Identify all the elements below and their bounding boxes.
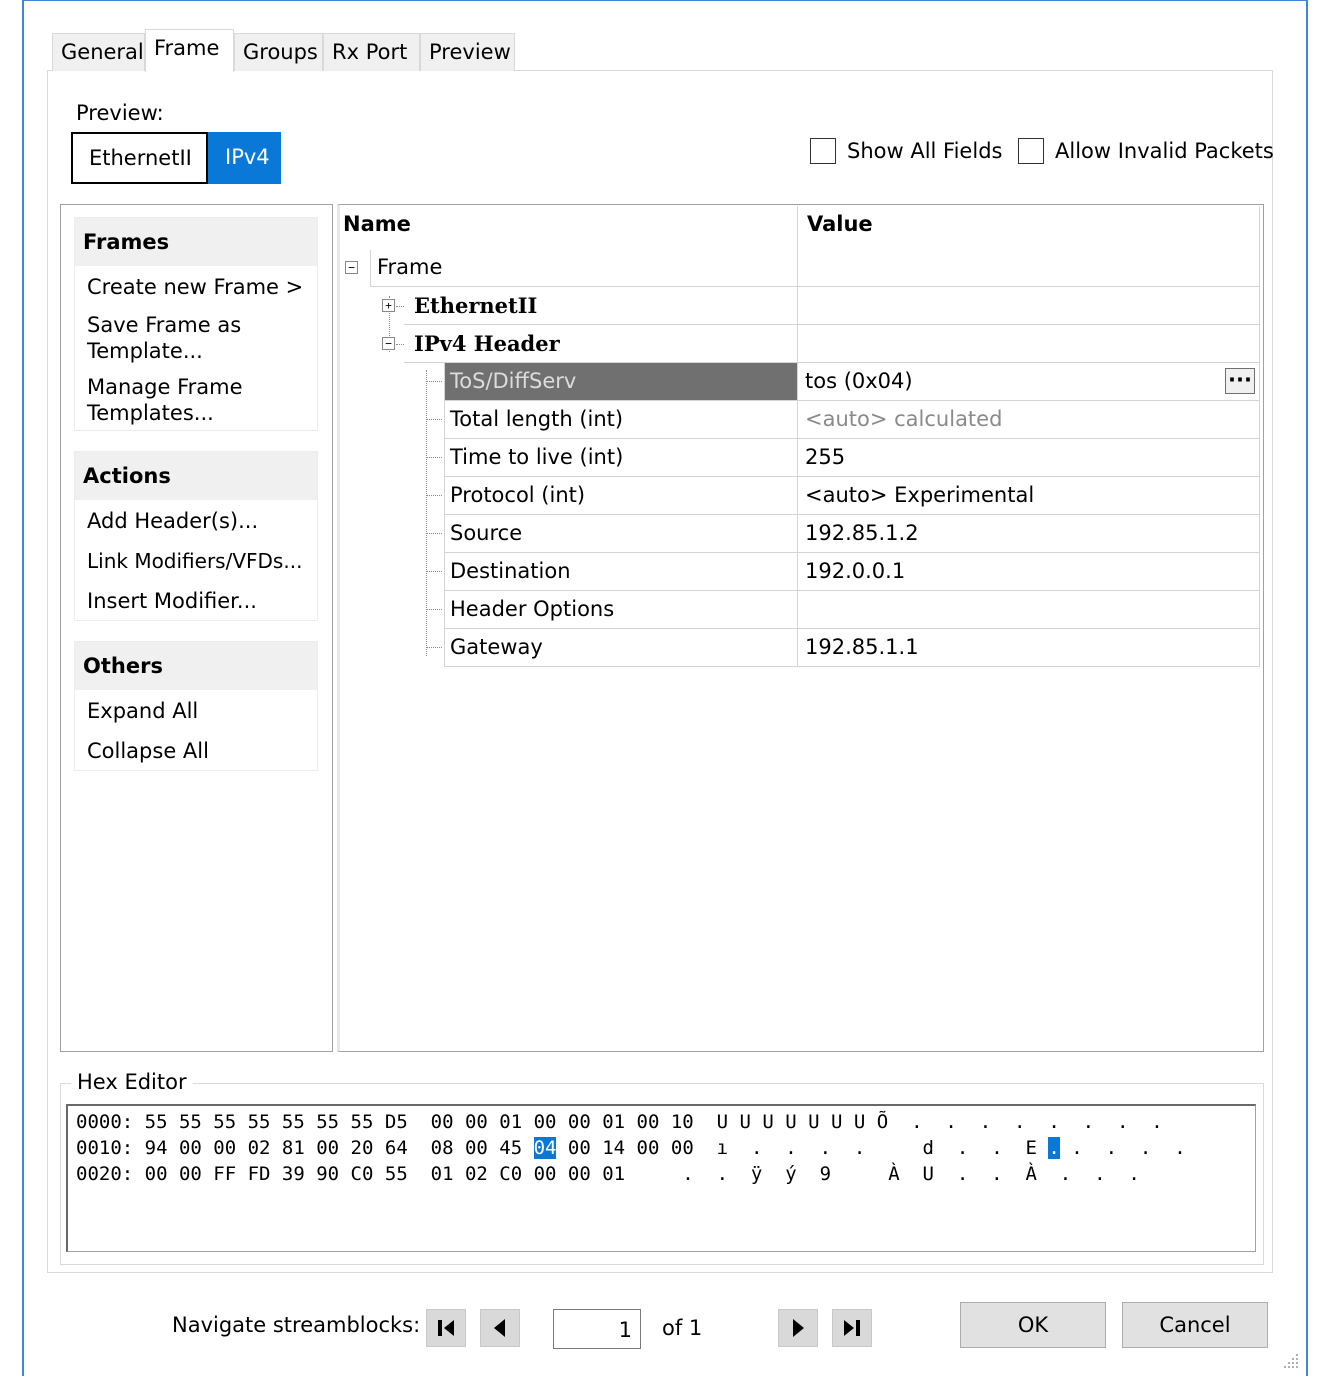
- navigate-streamblocks-label: Navigate streamblocks:: [172, 1313, 421, 1337]
- hex-editor-title: Hex Editor: [71, 1070, 193, 1094]
- field-name-tos[interactable]: ToS/DiffServ: [450, 369, 576, 393]
- hex-line-0010[interactable]: 0010: 94 00 00 02 81 00 20 64 08 00 45 0…: [76, 1137, 1186, 1159]
- row-divider: [444, 362, 445, 666]
- allow-invalid-packets-checkbox[interactable]: [1018, 138, 1044, 164]
- preview-label: Preview:: [76, 101, 164, 125]
- last-streamblock-button[interactable]: [832, 1309, 872, 1347]
- selected-hex-byte[interactable]: 04: [533, 1137, 557, 1159]
- tree-connector: [427, 571, 442, 572]
- manage-frame-templates-link[interactable]: Manage Frame Templates...: [87, 374, 267, 426]
- window-right-border: [1306, 0, 1308, 1376]
- expand-all-link[interactable]: Expand All: [87, 698, 198, 724]
- tree-connector: [396, 344, 404, 345]
- others-group: Others Expand All Collapse All: [74, 641, 318, 771]
- actions-group-title: Actions: [75, 452, 317, 500]
- row-divider: [444, 476, 1260, 477]
- last-icon: [844, 1320, 860, 1336]
- next-streamblock-button[interactable]: [778, 1309, 818, 1347]
- field-value-gateway[interactable]: 192.85.1.1: [805, 635, 919, 659]
- field-name-protocol[interactable]: Protocol (int): [450, 483, 585, 507]
- frames-group: Frames Create new Frame > Save Frame as …: [74, 217, 318, 431]
- tree-connector: [426, 370, 427, 656]
- tree-connector: [427, 609, 442, 610]
- ok-button[interactable]: OK: [960, 1302, 1106, 1348]
- window-top-border: [22, 0, 1308, 1]
- previous-icon: [494, 1319, 505, 1337]
- tab-preview[interactable]: Preview: [420, 33, 515, 71]
- tab-frame[interactable]: Frame: [145, 29, 234, 72]
- field-value-destination[interactable]: 192.0.0.1: [805, 559, 905, 583]
- previous-streamblock-button[interactable]: [480, 1309, 520, 1347]
- collapse-ipv4-icon[interactable]: −: [382, 337, 395, 350]
- ipv4-header-node[interactable]: IPv4 Header: [414, 331, 560, 356]
- show-all-fields-checkbox[interactable]: [810, 138, 836, 164]
- add-headers-link[interactable]: Add Header(s)...: [87, 508, 258, 534]
- row-divider: [444, 628, 1260, 629]
- row-divider: [1259, 206, 1260, 666]
- streamblock-page-input[interactable]: 1: [553, 1309, 641, 1349]
- insert-modifier-link[interactable]: Insert Modifier...: [87, 588, 257, 614]
- allow-invalid-packets-label: Allow Invalid Packets: [1055, 139, 1274, 163]
- field-name-total-length[interactable]: Total length (int): [450, 407, 623, 431]
- frame-node[interactable]: Frame: [377, 255, 442, 279]
- tree-connector: [427, 419, 442, 420]
- row-divider: [444, 666, 1260, 667]
- field-name-destination[interactable]: Destination: [450, 559, 571, 583]
- tree-connector: [427, 533, 442, 534]
- others-group-title: Others: [75, 642, 317, 690]
- row-divider: [404, 324, 1260, 325]
- row-divider: [444, 590, 1260, 591]
- field-name-ttl[interactable]: Time to live (int): [450, 445, 623, 469]
- tree-connector: [427, 647, 442, 648]
- row-divider: [370, 286, 1260, 287]
- next-icon: [793, 1319, 804, 1337]
- field-name-header-options[interactable]: Header Options: [450, 597, 614, 621]
- resize-grip-icon[interactable]: [1282, 1352, 1302, 1372]
- first-icon: [438, 1320, 454, 1336]
- preview-ipv4-button[interactable]: IPv4: [208, 132, 281, 184]
- hex-line-0020[interactable]: 0020: 00 00 FF FD 39 90 C0 55 01 02 C0 0…: [76, 1163, 1140, 1185]
- create-new-frame-link[interactable]: Create new Frame >: [87, 274, 303, 300]
- page-of-label: of 1: [662, 1316, 703, 1340]
- field-value-total-length[interactable]: <auto> calculated: [805, 407, 1002, 431]
- field-name-source[interactable]: Source: [450, 521, 522, 545]
- field-value-tos[interactable]: tos (0x04): [805, 369, 913, 393]
- cancel-button[interactable]: Cancel: [1122, 1302, 1268, 1348]
- row-divider: [444, 552, 1260, 553]
- tree-connector: [427, 495, 442, 496]
- row-divider: [444, 400, 1260, 401]
- window-left-border: [22, 0, 24, 1376]
- expand-ethernet-icon[interactable]: +: [382, 299, 395, 312]
- tree-connector: [427, 457, 442, 458]
- field-value-ttl[interactable]: 255: [805, 445, 845, 469]
- row-divider: [370, 250, 371, 286]
- tab-general[interactable]: General: [52, 33, 145, 71]
- row-divider: [444, 514, 1260, 515]
- field-value-source[interactable]: 192.85.1.2: [805, 521, 919, 545]
- actions-group: Actions Add Header(s)... Link Modifiers/…: [74, 451, 318, 621]
- column-divider: [797, 206, 798, 666]
- value-column-header[interactable]: Value: [807, 212, 873, 236]
- field-name-gateway[interactable]: Gateway: [450, 635, 543, 659]
- ethernet-node[interactable]: EthernetII: [414, 293, 537, 318]
- link-modifiers-link[interactable]: Link Modifiers/VFDs...: [87, 548, 302, 574]
- tree-connector: [427, 381, 442, 382]
- tree-connector: [396, 306, 404, 307]
- tos-edit-button[interactable]: ···: [1225, 368, 1255, 394]
- row-divider: [444, 438, 1260, 439]
- preview-ethernet-button[interactable]: EthernetII: [71, 132, 208, 184]
- show-all-fields-label: Show All Fields: [847, 139, 1003, 163]
- name-column-header[interactable]: Name: [343, 212, 411, 236]
- first-streamblock-button[interactable]: [426, 1309, 466, 1347]
- collapse-all-link[interactable]: Collapse All: [87, 738, 209, 764]
- collapse-frame-icon[interactable]: −: [345, 261, 358, 274]
- hex-line-0000[interactable]: 0000: 55 55 55 55 55 55 55 D5 00 00 01 0…: [76, 1111, 1163, 1133]
- tab-groups[interactable]: Groups: [234, 33, 323, 71]
- save-frame-as-template-link[interactable]: Save Frame as Template...: [87, 312, 267, 364]
- selected-ascii-char[interactable]: .: [1048, 1137, 1060, 1159]
- tab-rx-port[interactable]: Rx Port: [323, 33, 420, 71]
- frames-group-title: Frames: [75, 218, 317, 266]
- field-value-protocol[interactable]: <auto> Experimental: [805, 483, 1034, 507]
